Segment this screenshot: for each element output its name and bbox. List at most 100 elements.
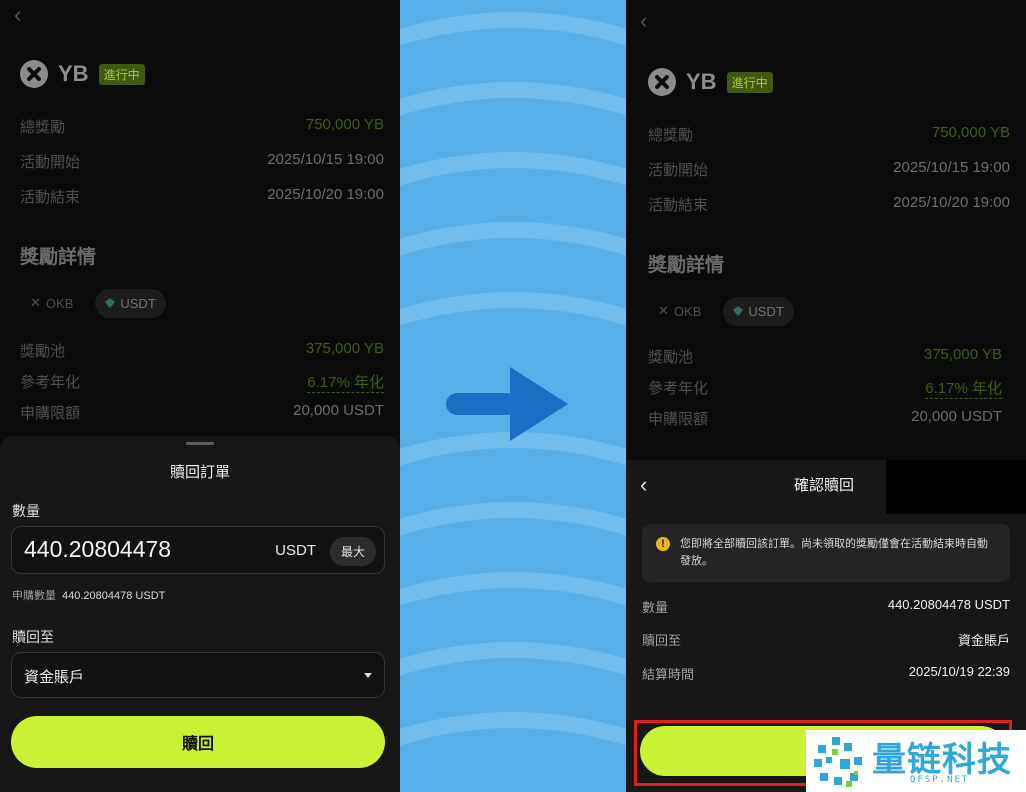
info-value: 750,000 YB <box>931 124 1010 141</box>
confirm-label: 數量 <box>642 600 669 615</box>
quantity-value[interactable]: 440.20804478 <box>24 536 171 563</box>
tab-okb[interactable]: ✕ OKB <box>648 296 711 326</box>
token-logo-icon <box>20 60 48 88</box>
reward-label: 獎勵池 <box>648 349 694 366</box>
token-name: YB <box>58 61 89 86</box>
reward-row-limit: 申購限額 20,000 USDT <box>648 408 1002 429</box>
subscribed-amount: 申購數量 440.20804478 USDT <box>12 587 165 603</box>
info-row-start: 活動開始 2025/10/15 19:00 <box>20 151 384 172</box>
reward-label: 參考年化 <box>20 374 81 391</box>
tab-okb[interactable]: ✕ OKB <box>20 288 83 318</box>
info-label: 總獎勵 <box>20 119 66 136</box>
token-name: YB <box>686 69 717 94</box>
token-header: YB 進行中 <box>648 68 773 96</box>
confirm-row-quantity: 數量 440.20804478 USDT <box>642 597 1010 616</box>
status-badge: 進行中 <box>98 63 145 85</box>
reward-label: 參考年化 <box>648 380 709 397</box>
confirm-title: 確認贖回 <box>794 477 855 494</box>
confirm-label: 結算時間 <box>642 667 695 682</box>
info-value: 2025/10/20 19:00 <box>267 186 384 203</box>
reward-row-limit: 申購限額 20,000 USDT <box>20 402 384 423</box>
watermark: 量链科技 QFSP.NET <box>806 730 1026 792</box>
sheet-grabber[interactable] <box>186 442 214 445</box>
warning-icon: ! <box>656 537 670 551</box>
redeem-to-select[interactable]: 資金賬戶 <box>11 652 385 698</box>
info-label: 活動開始 <box>20 154 81 171</box>
tab-usdt[interactable]: USDT <box>723 296 794 326</box>
redeem-to-label: 贖回至 <box>12 629 54 645</box>
info-label: 總獎勵 <box>648 127 694 144</box>
currency-tabs: ✕ OKB USDT <box>648 296 794 326</box>
subscribed-label: 申購數量 <box>12 590 56 602</box>
confirm-label: 贖回至 <box>642 633 682 648</box>
reward-row-pool: 獎勵池 375,000 YB <box>648 346 1002 367</box>
reward-label: 獎勵池 <box>20 343 66 360</box>
sheet-title: 贖回訂單 <box>169 464 230 481</box>
reward-value[interactable]: 6.17% 年化 <box>307 371 384 393</box>
tab-label: OKB <box>673 303 702 319</box>
info-row-total-reward: 總獎勵 750,000 YB <box>20 116 384 137</box>
reward-details-title: 獎勵詳情 <box>20 247 97 268</box>
tab-usdt[interactable]: USDT <box>95 288 166 318</box>
confirm-value: 2025/10/19 22:39 <box>908 664 1010 679</box>
token-logo-icon <box>648 68 676 96</box>
info-value: 2025/10/20 19:00 <box>893 194 1010 211</box>
info-row-total-reward: 總獎勵 750,000 YB <box>648 124 1010 145</box>
redeem-notice: ! 您即將全部贖回該訂單。尚未領取的獎勵僅會在活動結束時自動發放。 <box>642 524 1010 582</box>
okb-icon: ✕ <box>30 295 41 310</box>
tab-label: USDT <box>748 303 784 319</box>
left-screen: ‹ YB 進行中 總獎勵 750,000 YB 活動開始 2025/10/15 … <box>0 0 400 792</box>
info-label: 活動結束 <box>20 189 81 206</box>
reward-details-title: 獎勵詳情 <box>648 255 725 276</box>
info-row-start: 活動開始 2025/10/15 19:00 <box>648 159 1010 180</box>
quantity-label: 數量 <box>12 503 40 519</box>
info-value: 2025/10/15 19:00 <box>893 159 1010 176</box>
subscribed-value: 440.20804478 USDT <box>62 590 166 602</box>
status-badge: 進行中 <box>726 71 773 93</box>
reward-label: 申購限額 <box>648 411 709 428</box>
currency-tabs: ✕ OKB USDT <box>20 288 166 318</box>
info-row-end: 活動結束 2025/10/20 19:00 <box>648 194 1010 215</box>
token-header: YB 進行中 <box>20 60 145 88</box>
back-icon[interactable]: ‹ <box>640 8 647 34</box>
reward-value: 20,000 USDT <box>911 408 1002 425</box>
comparison-image: ‹ YB 進行中 總獎勵 750,000 YB 活動開始 2025/10/15 … <box>0 0 1026 792</box>
confirm-value: 440.20804478 USDT <box>887 597 1010 612</box>
watermark-name: 量链科技 <box>872 740 1012 780</box>
reward-label: 申購限額 <box>20 405 81 422</box>
redeem-to-value: 資金賬戶 <box>24 669 85 686</box>
quantity-unit: USDT <box>275 542 316 559</box>
okb-icon: ✕ <box>658 303 669 318</box>
info-label: 活動結束 <box>648 197 709 214</box>
reward-row-apr: 參考年化 6.17% 年化 <box>20 371 384 393</box>
redeem-button[interactable]: 贖回 <box>11 716 385 768</box>
max-button[interactable]: 最大 <box>329 537 376 566</box>
usdt-icon <box>105 298 116 308</box>
confirm-value: 資金賬戶 <box>957 633 1010 648</box>
info-label: 活動開始 <box>648 162 709 179</box>
usdt-icon <box>733 306 744 316</box>
reward-value[interactable]: 6.17% 年化 <box>925 377 1002 399</box>
confirm-row-destination: 贖回至 資金賬戶 <box>642 630 1010 649</box>
info-value: 750,000 YB <box>305 116 384 133</box>
right-arrow-icon <box>446 367 568 441</box>
notice-text: 您即將全部贖回該訂單。尚未領取的獎勵僅會在活動結束時自動發放。 <box>680 538 988 567</box>
reward-row-pool: 獎勵池 375,000 YB <box>20 340 384 361</box>
info-value: 2025/10/15 19:00 <box>267 151 384 168</box>
reward-row-apr: 參考年化 6.17% 年化 <box>648 377 1002 399</box>
caret-down-icon <box>364 673 372 678</box>
redaction-block <box>886 460 1026 514</box>
confirm-row-settlement: 結算時間 2025/10/19 22:39 <box>642 664 1010 683</box>
watermark-logo-icon <box>814 737 862 787</box>
tab-label: OKB <box>45 295 74 311</box>
tab-label: USDT <box>120 295 156 311</box>
info-row-end: 活動結束 2025/10/20 19:00 <box>20 186 384 207</box>
back-icon[interactable]: ‹ <box>640 472 647 498</box>
back-icon[interactable]: ‹ <box>14 2 21 28</box>
reward-value: 20,000 USDT <box>293 402 384 419</box>
watermark-domain: QFSP.NET <box>910 775 970 785</box>
quantity-input[interactable]: 440.20804478 USDT 最大 <box>11 526 385 574</box>
redeem-sheet: 贖回訂單 數量 440.20804478 USDT 最大 申購數量 440.208… <box>0 436 400 792</box>
reward-value: 375,000 YB <box>305 340 384 357</box>
right-screen: ‹ YB 進行中 總獎勵 750,000 YB 活動開始 2025/10/15 … <box>626 0 1026 792</box>
